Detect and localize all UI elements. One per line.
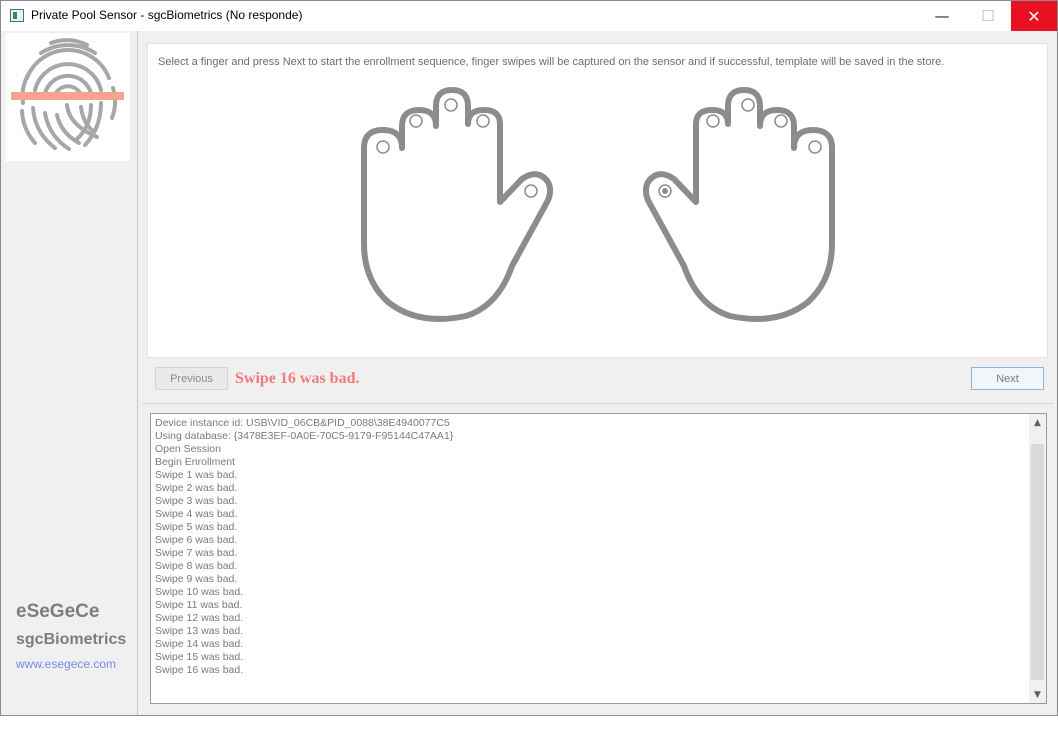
log-line: Swipe 8 was bad. <box>155 560 238 572</box>
maximize-button[interactable]: ☐ <box>965 1 1011 31</box>
website-link[interactable]: www.esegece.com <box>16 657 116 671</box>
app-window: Private Pool Sensor - sgcBiometrics (No … <box>0 0 1058 716</box>
divider <box>142 403 1054 404</box>
vertical-scrollbar[interactable]: ▲ ▼ <box>1029 414 1046 703</box>
log-line: Swipe 1 was bad. <box>155 469 238 481</box>
log-line: Open Session <box>155 443 221 455</box>
minimize-button[interactable]: — <box>919 1 965 31</box>
left-ring-radio[interactable] <box>409 114 423 128</box>
log-line: Device instance id: USB\VID_06CB&PID_008… <box>155 417 450 429</box>
log-line: Swipe 3 was bad. <box>155 495 238 507</box>
log-line: Swipe 5 was bad. <box>155 521 238 533</box>
brand-name: eSeGeCe <box>16 601 100 622</box>
log-line: Swipe 6 was bad. <box>155 534 238 546</box>
right-ring-radio[interactable] <box>774 114 788 128</box>
close-button[interactable]: ✕ <box>1011 1 1057 31</box>
log-line: Using database: {3478E3EF-0A0E-70C5-9179… <box>155 430 454 442</box>
right-pinky-radio[interactable] <box>808 140 822 154</box>
scroll-up-icon[interactable]: ▲ <box>1029 414 1046 431</box>
previous-button[interactable]: Previous <box>155 367 228 390</box>
log-line: Swipe 16 was bad. <box>155 664 244 676</box>
scroll-thumb[interactable] <box>1031 444 1044 680</box>
fingerprint-icon <box>11 38 124 151</box>
right-middle-radio[interactable] <box>741 98 755 112</box>
log-line: Swipe 12 was bad. <box>155 612 244 624</box>
main-area: Select a finger and press Next to start … <box>142 34 1054 712</box>
log-memo[interactable]: Device instance id: USB\VID_06CB&PID_008… <box>150 413 1047 704</box>
log-line: Swipe 2 was bad. <box>155 482 238 494</box>
left-pinky-radio[interactable] <box>376 140 390 154</box>
log-line: Swipe 7 was bad. <box>155 547 238 559</box>
left-hand-outline <box>361 87 554 322</box>
log-line: Swipe 13 was bad. <box>155 625 244 637</box>
sidebar: eSeGeCe sgcBiometrics www.esegece.com <box>1 31 138 715</box>
log-line: Swipe 9 was bad. <box>155 573 238 585</box>
title-bar[interactable]: Private Pool Sensor - sgcBiometrics (No … <box>1 1 1057 31</box>
left-index-radio[interactable] <box>476 114 490 128</box>
app-icon <box>10 9 24 22</box>
window-title: Private Pool Sensor - sgcBiometrics (No … <box>31 8 303 22</box>
left-thumb-radio[interactable] <box>524 184 538 198</box>
log-line: Swipe 4 was bad. <box>155 508 238 520</box>
log-line: Swipe 15 was bad. <box>155 651 244 663</box>
log-line: Swipe 10 was bad. <box>155 586 244 598</box>
log-lines: Device instance id: USB\VID_06CB&PID_008… <box>155 417 453 677</box>
left-middle-radio[interactable] <box>444 98 458 112</box>
right-index-radio[interactable] <box>706 114 720 128</box>
right-thumb-selected-dot <box>662 188 668 194</box>
right-hand-outline <box>642 87 835 322</box>
hands-diagram <box>361 87 835 322</box>
next-button[interactable]: Next <box>971 367 1044 390</box>
log-line: Begin Enrollment <box>155 456 235 468</box>
finger-selection-panel: Select a finger and press Next to start … <box>147 43 1048 358</box>
status-message: Swipe 16 was bad. <box>235 370 360 387</box>
log-line: Swipe 14 was bad. <box>155 638 244 650</box>
log-line: Swipe 11 was bad. <box>155 599 243 611</box>
logo <box>5 33 130 161</box>
product-name: sgcBiometrics <box>16 631 127 648</box>
scroll-down-icon[interactable]: ▼ <box>1029 686 1046 703</box>
